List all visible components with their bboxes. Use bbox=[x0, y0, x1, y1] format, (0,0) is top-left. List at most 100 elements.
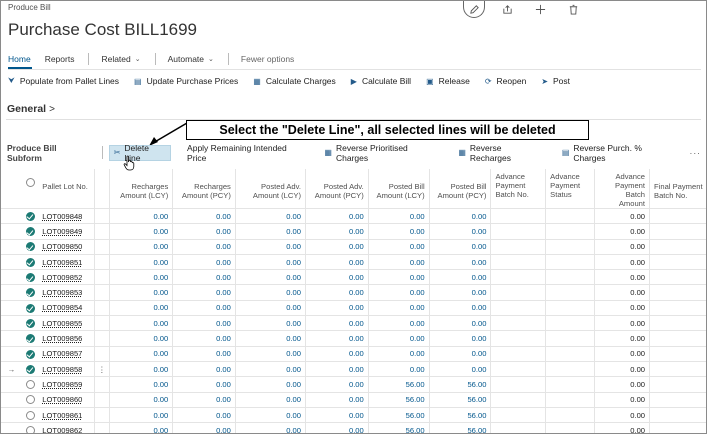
table-row[interactable]: LOT009850 0.00 0.00 0.00 0.00 0.00 0.00 0.00 bbox=[1, 239, 706, 255]
cell-adv-payment-status bbox=[545, 315, 596, 332]
table-row[interactable]: LOT009851 0.00 0.00 0.00 0.00 0.00 0.00 0.00 bbox=[1, 254, 706, 271]
row-select-checkbox[interactable] bbox=[21, 330, 39, 347]
table-row[interactable]: LOT009854 0.00 0.00 0.00 0.00 0.00 0.00 0.00 bbox=[1, 300, 706, 317]
col-header-recharges-pcy[interactable]: Recharges Amount (PCY) bbox=[172, 169, 236, 209]
unchecked-circle-icon bbox=[25, 426, 35, 433]
reverse-prioritised-charges-button[interactable]: ▦ Reverse Prioritised Charges bbox=[321, 143, 442, 163]
action-label: Reverse Purch. % Charges bbox=[573, 142, 642, 163]
more-options-icon[interactable]: ··· bbox=[689, 148, 701, 158]
pallet-lot-no-link[interactable]: LOT009849 bbox=[38, 223, 96, 240]
pallet-lot-no-link[interactable]: LOT009862 bbox=[38, 422, 96, 433]
delete-icon[interactable] bbox=[562, 1, 584, 18]
pallet-lot-no-link[interactable]: LOT009852 bbox=[38, 269, 96, 286]
table-row[interactable]: LOT009853 0.00 0.00 0.00 0.00 0.00 0.00 0.00 bbox=[1, 284, 706, 301]
add-icon[interactable] bbox=[529, 1, 551, 18]
edit-icon[interactable] bbox=[463, 1, 485, 18]
chevron-down-icon: ⌄ bbox=[208, 56, 214, 63]
row-menu-icon[interactable]: ⋮ bbox=[94, 361, 110, 378]
pallet-lot-no-link[interactable]: LOT009854 bbox=[38, 300, 96, 317]
row-select-checkbox[interactable] bbox=[21, 376, 39, 393]
table-row[interactable]: LOT009859 0.00 0.00 0.00 0.00 56.00 56.00 0.00 bbox=[1, 376, 706, 393]
populate-from-pallet-lines-button[interactable]: ⮟ Populate from Pallet Lines bbox=[8, 76, 119, 86]
col-header-posted-adv-lcy[interactable]: Posted Adv. Amount (LCY) bbox=[235, 169, 307, 209]
calculate-bill-button[interactable]: ▶ Calculate Bill bbox=[351, 76, 411, 86]
row-select-checkbox[interactable] bbox=[21, 254, 39, 271]
share-icon[interactable] bbox=[496, 1, 518, 18]
col-header-posted-bill-lcy[interactable]: Posted Bill Amount (LCY) bbox=[368, 169, 430, 209]
pallet-lot-no-link[interactable]: LOT009860 bbox=[38, 392, 96, 408]
table-row[interactable]: LOT009848 0.00 0.00 0.00 0.00 0.00 0.00 0.00 bbox=[1, 208, 706, 225]
reverse-purch-percent-charges-button[interactable]: ▤ Reverse Purch. % Charges bbox=[559, 142, 677, 163]
table-row[interactable]: LOT009852 0.00 0.00 0.00 0.00 0.00 0.00 0.00 bbox=[1, 269, 706, 286]
row-select-checkbox[interactable] bbox=[21, 239, 39, 255]
cell-recharges-lcy: 0.00 bbox=[109, 376, 174, 393]
cell-posted-adv-lcy: 0.00 bbox=[235, 223, 307, 240]
row-select-checkbox[interactable] bbox=[21, 392, 39, 408]
cell-recharges-lcy: 0.00 bbox=[109, 392, 174, 408]
pallet-lot-no-link[interactable]: LOT009859 bbox=[38, 376, 96, 393]
col-header-adv-payment-status[interactable]: Advance Payment Status bbox=[545, 169, 596, 209]
reverse-recharges-button[interactable]: ▦ Reverse Recharges bbox=[455, 143, 546, 163]
row-select-checkbox[interactable] bbox=[21, 422, 39, 433]
cell-posted-bill-lcy: 56.00 bbox=[368, 407, 430, 424]
row-select-checkbox[interactable] bbox=[21, 315, 39, 332]
cell-posted-bill-pcy: 0.00 bbox=[429, 269, 492, 286]
pallet-lot-no-link[interactable]: LOT009857 bbox=[38, 346, 96, 362]
menu-related[interactable]: Related ⌄ bbox=[101, 54, 140, 64]
table-row[interactable]: LOT009849 0.00 0.00 0.00 0.00 0.00 0.00 0.00 bbox=[1, 223, 706, 240]
row-select-checkbox[interactable] bbox=[21, 407, 39, 424]
menu-home[interactable]: Home bbox=[8, 54, 31, 64]
calculate-charges-button[interactable]: ▦ Calculate Charges bbox=[253, 76, 336, 86]
pallet-lot-no-link[interactable]: LOT009858 bbox=[38, 361, 96, 378]
table-row[interactable]: → LOT009858 ⋮ 0.00 0.00 0.00 0.00 0.00 0.00 0.00 bbox=[1, 361, 706, 378]
col-header-posted-bill-pcy[interactable]: Posted Bill Amount (PCY) bbox=[429, 169, 492, 209]
menu-reports[interactable]: Reports bbox=[45, 54, 75, 64]
cell-adv-payment-status bbox=[545, 361, 596, 378]
unchecked-circle-icon bbox=[25, 395, 35, 405]
pallet-lot-no-link[interactable]: LOT009850 bbox=[38, 239, 96, 255]
cell-final-payment-batch-no bbox=[649, 407, 706, 424]
pallet-lot-no-link[interactable]: LOT009851 bbox=[38, 254, 96, 271]
cell-posted-bill-lcy: 0.00 bbox=[368, 315, 430, 332]
breadcrumb[interactable]: Produce Bill bbox=[8, 3, 51, 12]
row-select-checkbox[interactable] bbox=[21, 346, 39, 362]
col-header-final-payment-batch-no[interactable]: Final Payment Batch No. bbox=[649, 169, 706, 209]
cell-posted-bill-pcy: 0.00 bbox=[429, 315, 492, 332]
menu-automate[interactable]: Automate ⌄ bbox=[168, 54, 214, 64]
select-all-checkbox[interactable] bbox=[21, 169, 39, 209]
update-purchase-prices-button[interactable]: ▤ Update Purchase Prices bbox=[134, 76, 238, 86]
table-row[interactable]: LOT009860 0.00 0.00 0.00 0.00 56.00 56.00 0.00 bbox=[1, 392, 706, 408]
pallet-lot-no-link[interactable]: LOT009853 bbox=[38, 284, 96, 301]
row-select-checkbox[interactable] bbox=[21, 269, 39, 286]
table-row[interactable]: LOT009857 0.00 0.00 0.00 0.00 0.00 0.00 0.00 bbox=[1, 346, 706, 362]
pallet-lot-no-link[interactable]: LOT009861 bbox=[38, 407, 96, 424]
table-row[interactable]: LOT009856 0.00 0.00 0.00 0.00 0.00 0.00 0.00 bbox=[1, 330, 706, 347]
cell-posted-bill-pcy: 0.00 bbox=[429, 223, 492, 240]
reopen-button[interactable]: ⟳ Reopen bbox=[485, 76, 526, 86]
row-select-checkbox[interactable] bbox=[21, 284, 39, 301]
release-button[interactable]: ▣ Release bbox=[426, 76, 470, 86]
row-select-checkbox[interactable] bbox=[21, 208, 39, 225]
reverse-icon: ▦ bbox=[458, 148, 466, 157]
table-row[interactable]: LOT009855 0.00 0.00 0.00 0.00 0.00 0.00 0.00 bbox=[1, 315, 706, 332]
table-row[interactable]: LOT009862 0.00 0.00 0.00 0.00 56.00 56.00 0.00 bbox=[1, 422, 706, 433]
row-select-checkbox[interactable] bbox=[21, 223, 39, 240]
col-header-posted-adv-pcy[interactable]: Posted Adv. Amount (PCY) bbox=[305, 169, 369, 209]
col-header-recharges-lcy[interactable]: Recharges Amount (LCY) bbox=[109, 169, 174, 209]
cell-adv-payment-batch-amount: 0.00 bbox=[594, 407, 651, 424]
row-menu-icon bbox=[94, 376, 110, 393]
delete-line-button[interactable]: ✂ Delete Line bbox=[108, 143, 172, 163]
col-header-adv-payment-batch-no[interactable]: Advance Payment Batch No. bbox=[490, 169, 547, 209]
pallet-lot-no-link[interactable]: LOT009848 bbox=[38, 208, 96, 225]
menu-fewer-options[interactable]: Fewer options bbox=[241, 54, 294, 64]
row-select-checkbox[interactable] bbox=[21, 361, 39, 378]
row-select-checkbox[interactable] bbox=[21, 300, 39, 317]
col-header-adv-payment-batch-amount[interactable]: Advance Payment Batch Amount bbox=[594, 169, 651, 209]
pallet-lot-no-link[interactable]: LOT009856 bbox=[38, 330, 96, 347]
pallet-lot-no-link[interactable]: LOT009855 bbox=[38, 315, 96, 332]
apply-remaining-intended-price-button[interactable]: Apply Remaining Intended Price bbox=[184, 143, 308, 163]
general-section-header[interactable]: General > bbox=[7, 103, 55, 115]
col-header-pallet-lot-no[interactable]: Pallet Lot No. bbox=[38, 169, 96, 209]
table-row[interactable]: LOT009861 0.00 0.00 0.00 0.00 56.00 56.00 0.00 bbox=[1, 407, 706, 424]
post-button[interactable]: ➤ Post bbox=[541, 76, 570, 86]
